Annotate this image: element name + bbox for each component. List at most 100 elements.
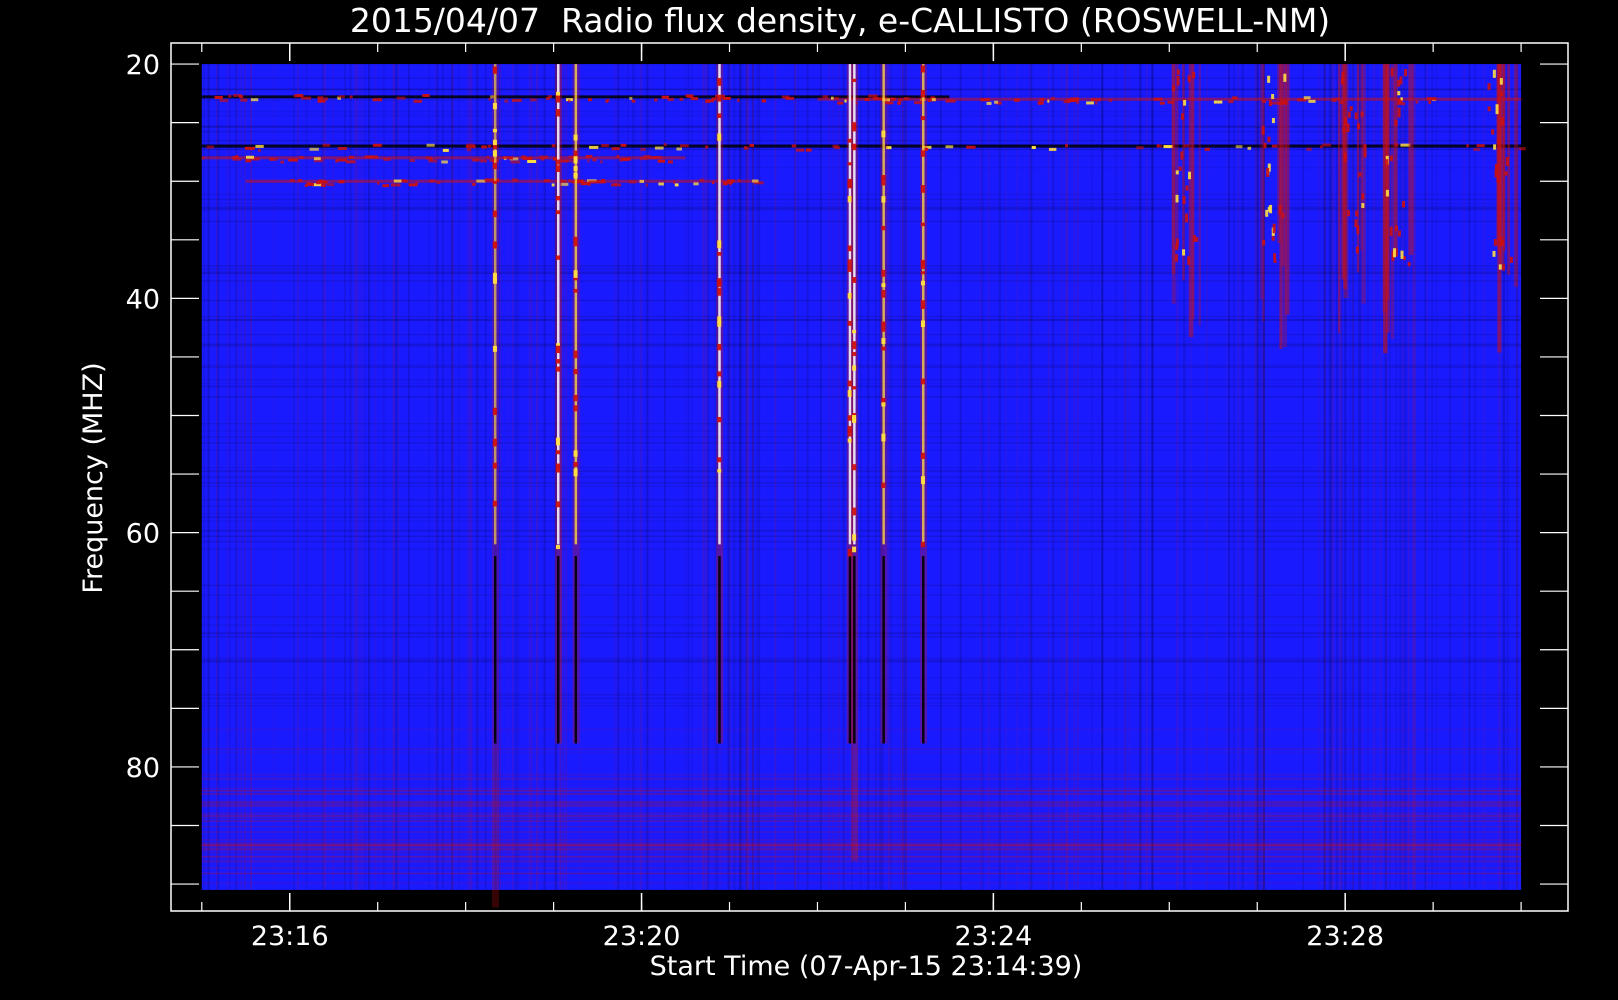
burst-speckle	[573, 394, 578, 402]
interference-speckle	[704, 145, 709, 149]
interference-speckle	[890, 97, 896, 101]
interference-speckle	[1518, 147, 1526, 151]
noise-row	[201, 751, 1522, 754]
interference-speckle	[486, 155, 490, 159]
burst-core	[493, 64, 497, 545]
noise-row	[201, 206, 1522, 208]
burst-speckle	[717, 344, 722, 351]
narrowband-blob	[1271, 236, 1275, 241]
interference-speckle	[653, 155, 663, 159]
interference-speckle	[413, 99, 422, 103]
burst-speckle	[881, 402, 886, 407]
noise-row	[201, 299, 1522, 302]
burst-speckle	[555, 109, 560, 117]
interference-speckle	[298, 179, 302, 183]
noise-row	[201, 704, 1522, 707]
interference-speckle	[521, 155, 527, 159]
narrowband-blob	[1180, 151, 1184, 160]
narrowband-blob	[1341, 71, 1345, 80]
narrowband-blob	[1195, 237, 1199, 242]
interference-speckle	[1426, 97, 1437, 101]
interference-speckle	[611, 147, 620, 151]
noise-row	[201, 423, 1522, 425]
noise-row	[201, 343, 1522, 345]
noise-row	[201, 694, 1522, 696]
noise-row	[201, 315, 1522, 318]
interference-speckle	[1320, 145, 1323, 149]
interference-speckle	[927, 99, 932, 103]
narrowband-blob	[1361, 203, 1365, 208]
narrowband-blob	[1344, 117, 1348, 126]
noise-row	[201, 728, 1522, 731]
noise-row	[201, 110, 1522, 113]
lower-band-haze	[201, 790, 1522, 792]
burst-speckle	[492, 278, 497, 284]
interference-speckle	[639, 179, 645, 183]
y-tick-label: 60	[126, 519, 160, 550]
interference-speckle	[897, 101, 902, 105]
interference-speckle	[250, 98, 259, 102]
interference-speckle	[257, 148, 261, 152]
burst-speckle	[717, 381, 722, 388]
narrowband-blob	[1176, 69, 1180, 75]
burst-tail	[853, 556, 856, 744]
burst-speckle	[852, 277, 857, 283]
noise-row	[201, 139, 1522, 142]
narrowband-column	[1390, 64, 1395, 339]
interference-speckle	[805, 148, 812, 152]
burst-speckle	[921, 476, 926, 485]
noise-row	[201, 193, 1522, 195]
narrowband-blob	[1347, 111, 1351, 118]
interference-speckle	[600, 160, 603, 164]
interference-speckle	[673, 180, 676, 184]
narrowband-blob	[1343, 156, 1347, 163]
x-tick-label: 23:16	[251, 921, 329, 952]
interference-speckle	[699, 178, 704, 182]
noise-row	[201, 272, 1522, 275]
interference-speckle	[1306, 147, 1312, 151]
lower-band-haze	[201, 831, 1522, 833]
lower-band-haze	[201, 825, 1522, 828]
interference-speckle	[693, 182, 699, 186]
noise-row	[201, 466, 1522, 469]
narrowband-blob	[1262, 239, 1266, 246]
burst-speckle	[555, 195, 560, 201]
interference-speckle	[206, 145, 214, 149]
noise-row	[201, 202, 1522, 205]
noise-row	[201, 656, 1522, 659]
burst-speckle	[921, 261, 926, 270]
narrowband-blob	[1407, 262, 1411, 267]
burst-speckle	[717, 94, 722, 102]
burst-core	[853, 64, 856, 545]
interference-speckle	[966, 145, 976, 149]
narrowband-blob	[1357, 123, 1361, 130]
burst-speckle	[921, 116, 926, 121]
burst-speckle	[921, 452, 926, 459]
interference-speckle	[1037, 101, 1044, 105]
narrowband-column	[1259, 64, 1264, 300]
burst-speckle	[573, 173, 578, 179]
y-tick-label: 20	[126, 50, 160, 81]
narrowband-blob	[1504, 171, 1508, 176]
interference-speckle	[348, 155, 354, 159]
lower-band-haze	[201, 855, 1522, 858]
burst-speckle	[492, 210, 497, 218]
narrowband-blob	[1401, 201, 1405, 208]
interference-speckle	[510, 160, 521, 164]
interference-speckle	[980, 98, 990, 102]
x-tick-label: 23:24	[954, 921, 1032, 952]
burst-speckle	[921, 280, 926, 286]
interference-speckle	[409, 158, 416, 162]
interference-speckle	[466, 148, 471, 152]
noise-row	[201, 430, 1522, 432]
interference-speckle	[299, 155, 304, 159]
noise-row	[201, 658, 1522, 661]
noise-row	[201, 535, 1522, 538]
lower-band-haze	[201, 846, 1522, 849]
noise-row	[201, 702, 1522, 704]
burst-speckle	[881, 283, 886, 288]
x-tick-label: 23:20	[603, 921, 681, 952]
noise-row	[201, 209, 1522, 211]
interference-speckle	[382, 184, 390, 188]
narrowband-column	[1393, 64, 1398, 250]
